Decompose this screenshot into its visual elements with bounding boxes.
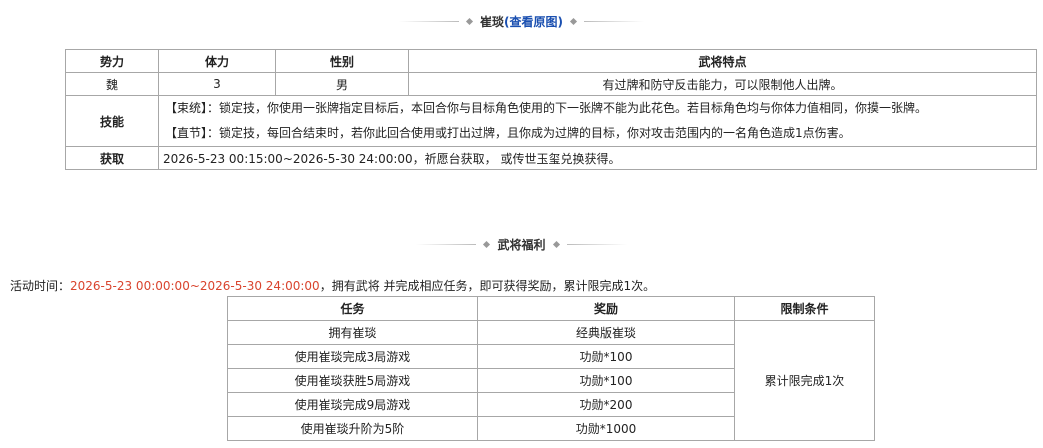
header-gender: 性别 <box>275 49 409 73</box>
skill-desc: 锁定技，每回合结束时，若你此回合使用或打出过牌，且你成为过牌的目标，你对攻击范围… <box>219 126 851 140</box>
table-row: 拥有崔琰 经典版崔琰 累计限完成1次 <box>227 320 875 441</box>
hero-section-title: 崔琰(查看原图) <box>0 11 1043 31</box>
gender-value: 男 <box>275 72 409 96</box>
welfare-title: 武将福利 <box>497 238 546 252</box>
diamond-icon <box>465 17 474 26</box>
task-name: 拥有崔琰 <box>227 320 478 345</box>
title-divider-left <box>399 21 459 22</box>
task-reward: 功勋*100 <box>477 344 735 369</box>
skills-label: 技能 <box>65 95 159 147</box>
task-reward: 功勋*100 <box>477 368 735 393</box>
task-table-header-row: 任务 奖励 限制条件 <box>227 296 875 321</box>
traits-value: 有过牌和防守反击能力，可以限制他人出牌。 <box>408 72 1037 96</box>
task-name: 使用崔琰完成9局游戏 <box>227 392 478 417</box>
activity-suffix: ，拥有武将 并完成相应任务，即可获得奖励，累计限完成1次。 <box>319 279 656 293</box>
header-hp: 体力 <box>158 49 276 73</box>
skill-item: 【直节】：锁定技，每回合结束时，若你此回合使用或打出过牌，且你成为过牌的目标，你… <box>165 121 1030 146</box>
diamond-icon <box>552 240 560 249</box>
obtain-label: 获取 <box>65 146 159 170</box>
activity-prefix: 活动时间： <box>10 279 71 293</box>
header-faction: 势力 <box>65 49 159 73</box>
header-reward: 奖励 <box>477 296 735 321</box>
title-divider-right <box>584 21 644 22</box>
view-original-link[interactable]: (查看原图) <box>504 15 563 29</box>
task-name: 使用崔琰获胜5局游戏 <box>227 368 478 393</box>
obtain-value: 2026-5-23 00:15:00~2026-5-30 24:00:00，祈愿… <box>158 146 1037 170</box>
hero-table-header-row: 势力 体力 性别 武将特点 <box>65 49 1037 73</box>
task-reward: 功勋*200 <box>477 392 735 417</box>
title-divider-left <box>416 244 477 245</box>
header-task: 任务 <box>227 296 478 321</box>
faction-value: 魏 <box>65 72 159 96</box>
task-name: 使用崔琰完成3局游戏 <box>227 344 478 369</box>
obtain-row: 获取 2026-5-23 00:15:00~2026-5-30 24:00:00… <box>65 146 1037 170</box>
header-traits: 武将特点 <box>408 49 1037 73</box>
header-limit: 限制条件 <box>734 296 875 321</box>
title-divider-right <box>566 244 627 245</box>
task-reward: 经典版崔琰 <box>477 320 735 345</box>
skills-cell: 【束统】：锁定技，你使用一张牌指定目标后，本回合你与目标角色使用的下一张牌不能为… <box>158 95 1037 147</box>
hero-table-data-row: 魏 3 男 有过牌和防守反击能力，可以限制他人出牌。 <box>65 72 1037 96</box>
activity-description: 活动时间：2026-5-23 00:00:00~2026-5-30 24:00:… <box>10 277 655 294</box>
activity-time: 2026-5-23 00:00:00~2026-5-30 24:00:00 <box>70 279 320 293</box>
skill-name: 【束统】： <box>165 101 220 115</box>
task-reward: 功勋*1000 <box>477 416 735 441</box>
diamond-icon <box>569 17 578 26</box>
skill-name: 【直节】： <box>165 126 220 140</box>
task-name: 使用崔琰升阶为5阶 <box>227 416 478 441</box>
skill-item: 【束统】：锁定技，你使用一张牌指定目标后，本回合你与目标角色使用的下一张牌不能为… <box>165 96 1030 121</box>
skills-row: 技能 【束统】：锁定技，你使用一张牌指定目标后，本回合你与目标角色使用的下一张牌… <box>65 95 1037 147</box>
skill-desc: 锁定技，你使用一张牌指定目标后，本回合你与目标角色使用的下一张牌不能为此花色。若… <box>219 101 928 115</box>
limit-condition: 累计限完成1次 <box>734 320 875 441</box>
diamond-icon <box>483 240 491 249</box>
hp-value: 3 <box>158 72 276 96</box>
hero-info-table: 势力 体力 性别 武将特点 魏 3 男 有过牌和防守反击能力，可以限制他人出牌。… <box>65 49 1037 170</box>
task-table: 任务 奖励 限制条件 拥有崔琰 经典版崔琰 累计限完成1次 使用崔琰完成3局游戏… <box>227 296 875 441</box>
welfare-section-title: 武将福利 <box>0 234 1043 254</box>
hero-name: 崔琰 <box>480 15 505 29</box>
